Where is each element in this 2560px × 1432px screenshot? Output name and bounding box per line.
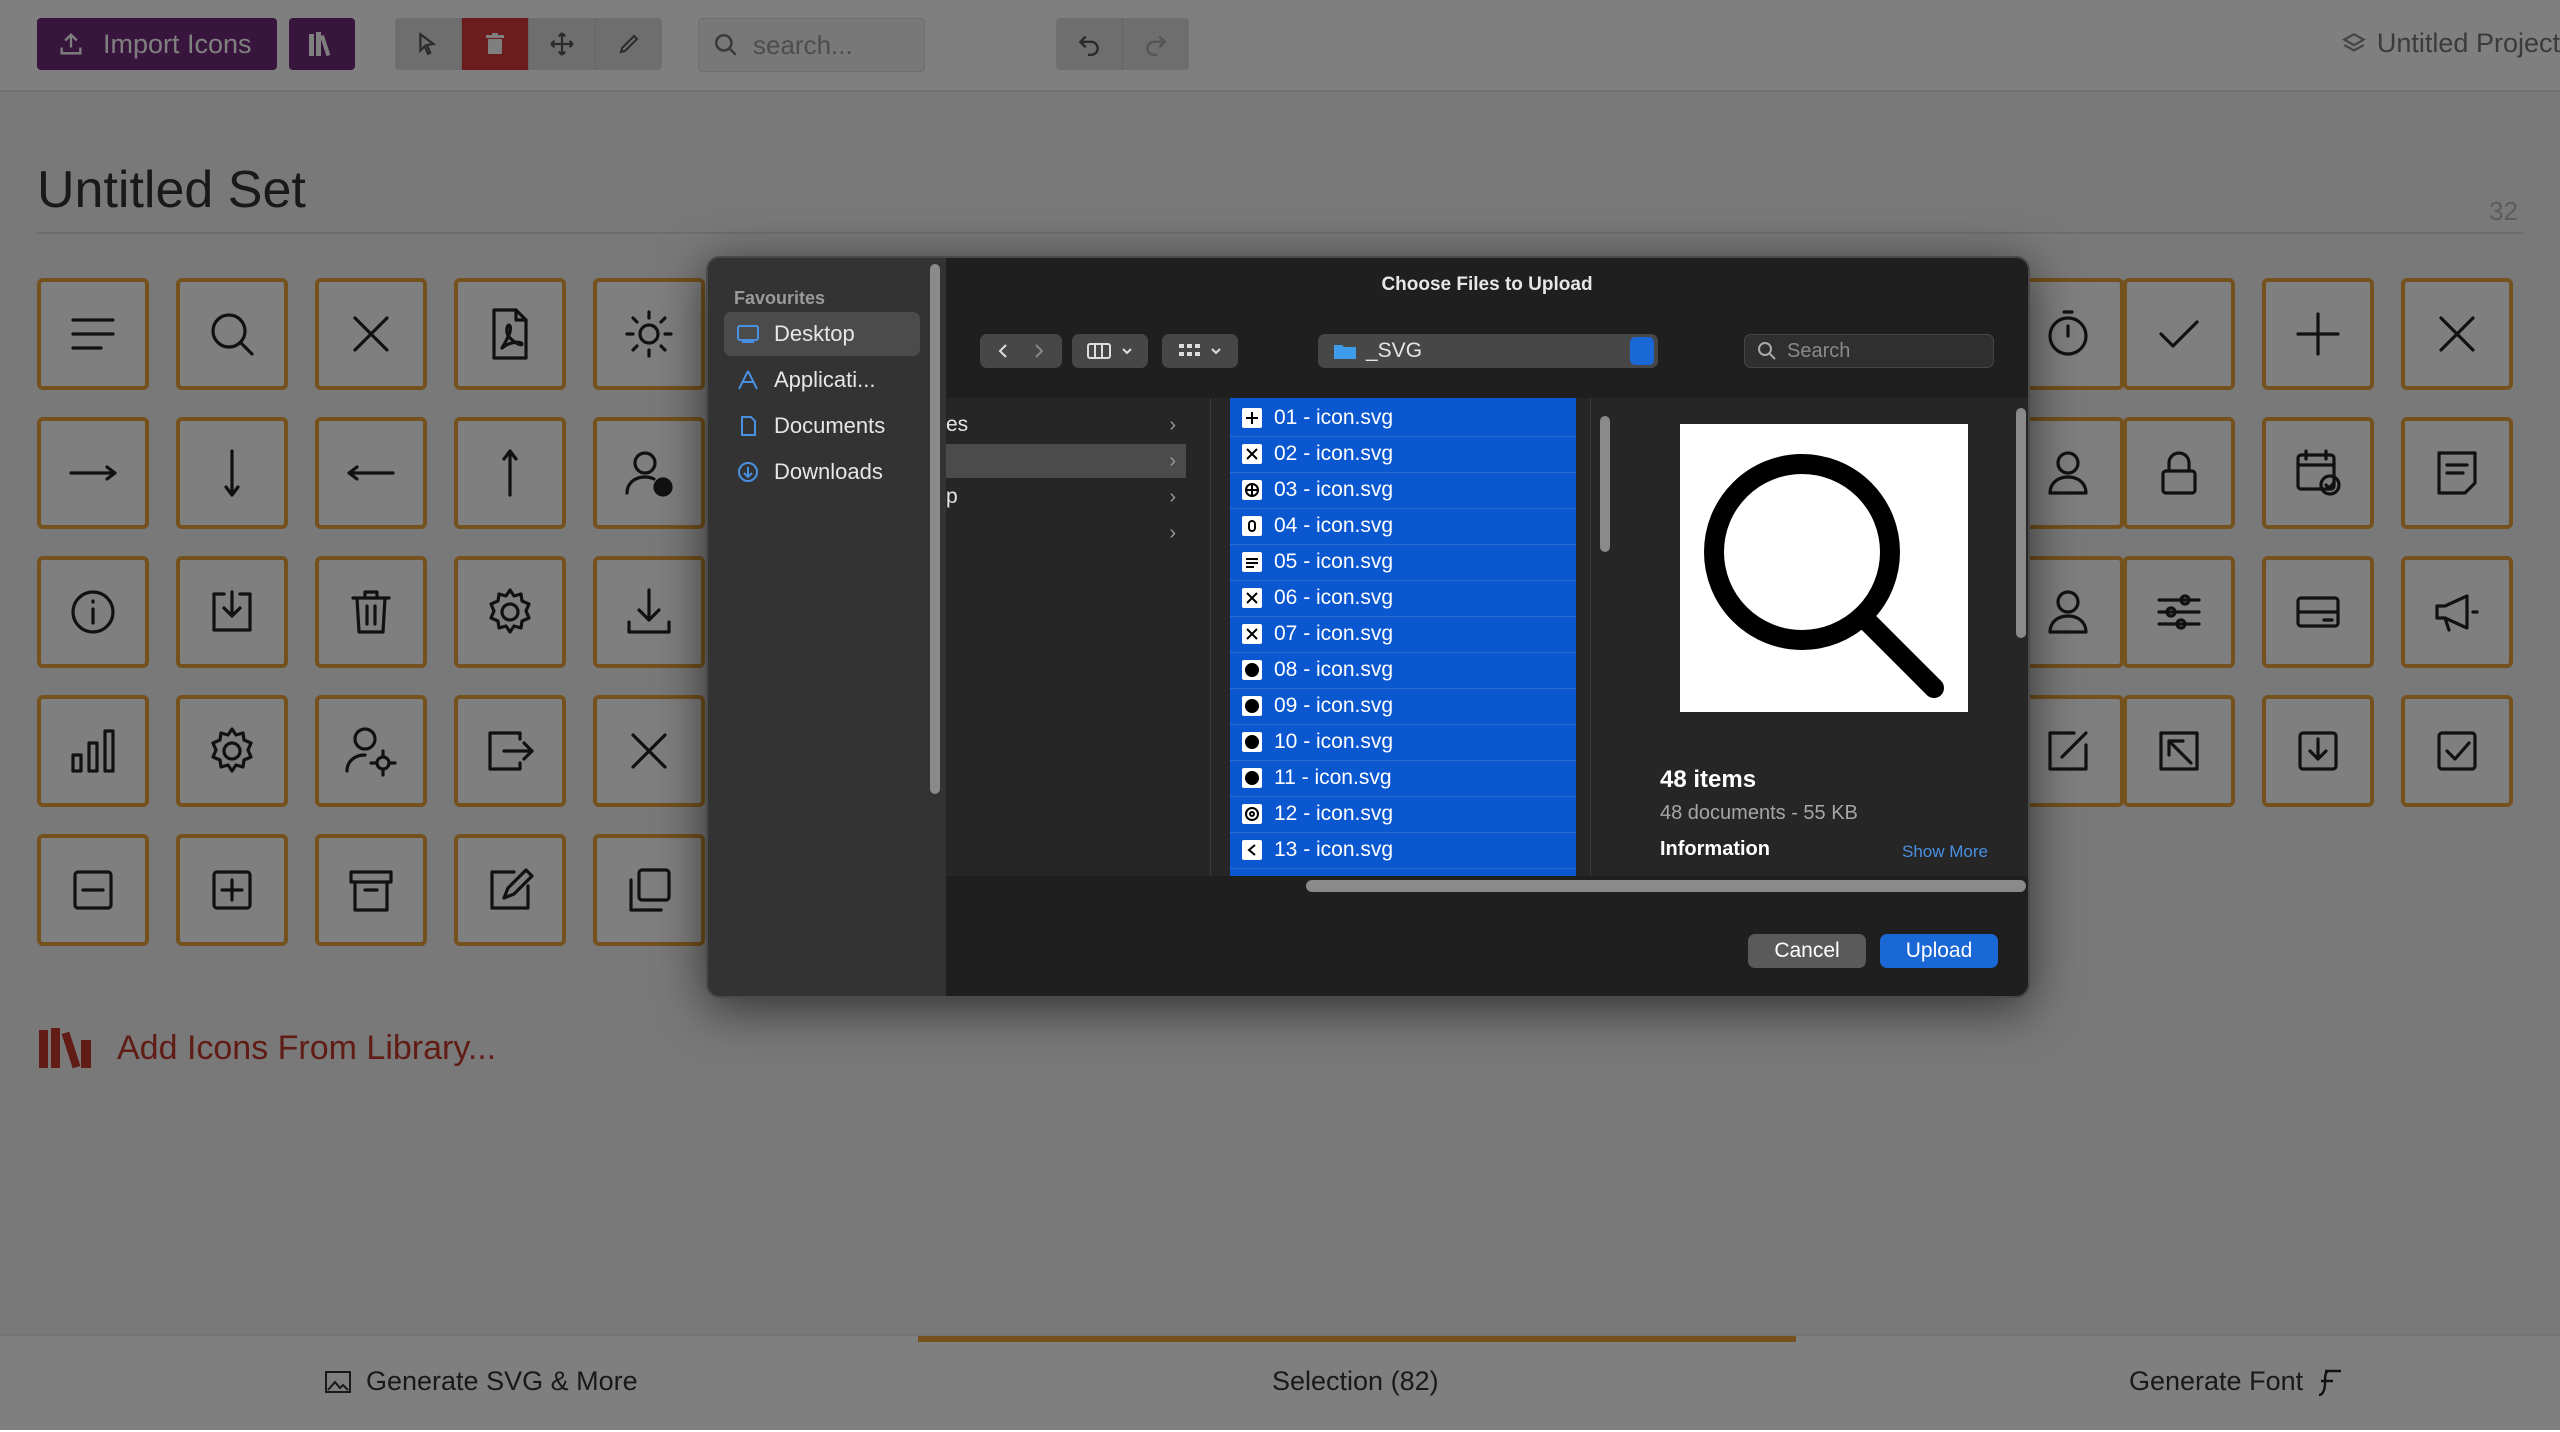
sidebar-scrollbar[interactable]	[930, 264, 940, 794]
downloads-icon	[738, 462, 758, 482]
file-name: 05 - icon.svg	[1274, 550, 1394, 573]
file-row[interactable]: 09 - icon.svg	[1230, 688, 1576, 725]
file-name: 02 - icon.svg	[1274, 442, 1394, 465]
file-name: 07 - icon.svg	[1274, 622, 1394, 645]
applications-icon	[738, 370, 758, 390]
folder-row[interactable]: ›	[946, 516, 1186, 550]
sidebar-item-documents[interactable]: Documents	[724, 404, 920, 448]
svg-file-icon	[1242, 732, 1262, 752]
folder-row[interactable]: p ›	[946, 480, 1186, 514]
folder-row-label: es	[946, 413, 969, 436]
file-row[interactable]: 07 - icon.svg	[1230, 616, 1576, 653]
file-browser: es › › p › › 01 - icon.svg 02 - icon.svg 0…	[946, 398, 2028, 892]
dialog-search-input[interactable]: Search	[1744, 334, 1994, 368]
file-row[interactable]: 08 - icon.svg	[1230, 652, 1576, 689]
column-divider[interactable]	[1210, 398, 1211, 876]
grid-icon	[1179, 344, 1200, 356]
file-preview	[1680, 424, 1968, 712]
preview-item-count: 48 items	[1660, 766, 1757, 793]
favourites-heading: Favourites	[734, 288, 826, 308]
chevron-right-icon: ›	[1169, 449, 1176, 472]
sidebar-item-label: Desktop	[774, 321, 855, 346]
svg-file-icon	[1242, 588, 1262, 608]
file-name: 04 - icon.svg	[1274, 514, 1394, 537]
file-name: 06 - icon.svg	[1274, 586, 1394, 609]
location-label: _SVG	[1366, 339, 1423, 362]
location-stepper[interactable]	[1630, 337, 1654, 365]
file-name: 03 - icon.svg	[1274, 478, 1394, 501]
chevron-right-icon[interactable]	[1029, 341, 1049, 361]
group-view-button[interactable]	[1162, 334, 1238, 368]
show-more-link[interactable]: Show More	[1902, 842, 1988, 862]
file-name: 12 - icon.svg	[1274, 802, 1394, 825]
file-list-scrollbar[interactable]	[1600, 416, 1610, 552]
search-icon	[1704, 454, 1944, 698]
file-name: 10 - icon.svg	[1274, 730, 1394, 753]
folder-row-selected[interactable]: ›	[946, 444, 1186, 478]
chevron-right-icon: ›	[1169, 521, 1176, 544]
folder-row-label: p	[946, 485, 958, 508]
file-row[interactable]: 05 - icon.svg	[1230, 544, 1576, 581]
svg-file-icon	[1242, 768, 1262, 788]
sidebar-item-desktop[interactable]: Desktop	[724, 312, 920, 356]
file-name: 01 - icon.svg	[1274, 406, 1394, 429]
columns-icon	[1087, 343, 1111, 359]
dialog-search-placeholder: Search	[1787, 339, 1851, 362]
back-forward-buttons[interactable]	[980, 334, 1062, 368]
sidebar-item-applications[interactable]: Applicati...	[724, 358, 920, 402]
folder-row[interactable]: es ›	[946, 408, 1186, 442]
file-upload-dialog: Favourites Desktop Applicati... Document…	[706, 256, 2030, 998]
file-row[interactable]: 11 - icon.svg	[1230, 760, 1576, 797]
file-list-column: 01 - icon.svg 02 - icon.svg 03 - icon.sv…	[1230, 398, 1576, 876]
sidebar-item-label: Applicati...	[774, 367, 876, 392]
chevron-right-icon: ›	[1169, 413, 1176, 436]
svg-file-icon	[1242, 624, 1262, 644]
chevron-left-icon[interactable]	[993, 341, 1013, 361]
dialog-sidebar: Favourites Desktop Applicati... Document…	[708, 258, 946, 996]
svg-file-icon	[1242, 480, 1262, 500]
file-row[interactable]: 01 - icon.svg	[1230, 400, 1576, 437]
svg-file-icon	[1242, 804, 1262, 824]
file-row[interactable]: 12 - icon.svg	[1230, 796, 1576, 833]
svg-file-icon	[1242, 840, 1262, 860]
horizontal-scrollbar[interactable]	[1306, 880, 2026, 892]
cancel-button[interactable]: Cancel	[1748, 934, 1866, 968]
preview-scrollbar[interactable]	[2016, 408, 2026, 638]
file-row[interactable]: 06 - icon.svg	[1230, 580, 1576, 617]
svg-file-icon	[1242, 408, 1262, 428]
svg-file-icon	[1242, 696, 1262, 716]
information-heading: Information	[1660, 838, 1770, 860]
location-dropdown[interactable]: _SVG	[1318, 334, 1658, 368]
file-row[interactable]: 02 - icon.svg	[1230, 436, 1576, 473]
sidebar-item-label: Documents	[774, 413, 886, 438]
file-name: 11 - icon.svg	[1274, 766, 1392, 789]
chevron-down-icon	[1122, 348, 1132, 355]
file-name: 08 - icon.svg	[1274, 658, 1394, 681]
desktop-icon	[737, 325, 759, 343]
file-row[interactable]: 10 - icon.svg	[1230, 724, 1576, 761]
file-row[interactable]: 03 - icon.svg	[1230, 472, 1576, 509]
file-name: 13 - icon.svg	[1274, 838, 1394, 861]
svg-file-icon	[1242, 516, 1262, 536]
chevron-right-icon: ›	[1169, 485, 1176, 508]
file-row[interactable]: 13 - icon.svg	[1230, 832, 1576, 869]
sidebar-item-label: Downloads	[774, 459, 883, 484]
file-name: 09 - icon.svg	[1274, 694, 1394, 717]
dialog-title: Choose Files to Upload	[1381, 274, 1593, 295]
parent-folder-column: es › › p › ›	[946, 398, 1194, 876]
svg-file-icon	[1242, 552, 1262, 572]
column-divider[interactable]	[1590, 398, 1591, 876]
preview-document-summary: 48 documents - 55 KB	[1660, 802, 1858, 824]
sidebar-item-downloads[interactable]: Downloads	[724, 450, 920, 494]
svg-file-icon	[1242, 660, 1262, 680]
column-view-button[interactable]	[1072, 334, 1148, 368]
chevron-down-icon	[1211, 348, 1221, 355]
upload-button[interactable]: Upload	[1880, 934, 1998, 968]
search-icon	[1758, 342, 1776, 360]
file-row[interactable]: 04 - icon.svg	[1230, 508, 1576, 545]
svg-file-icon	[1242, 444, 1262, 464]
document-icon	[741, 416, 756, 436]
folder-icon	[1334, 345, 1356, 359]
